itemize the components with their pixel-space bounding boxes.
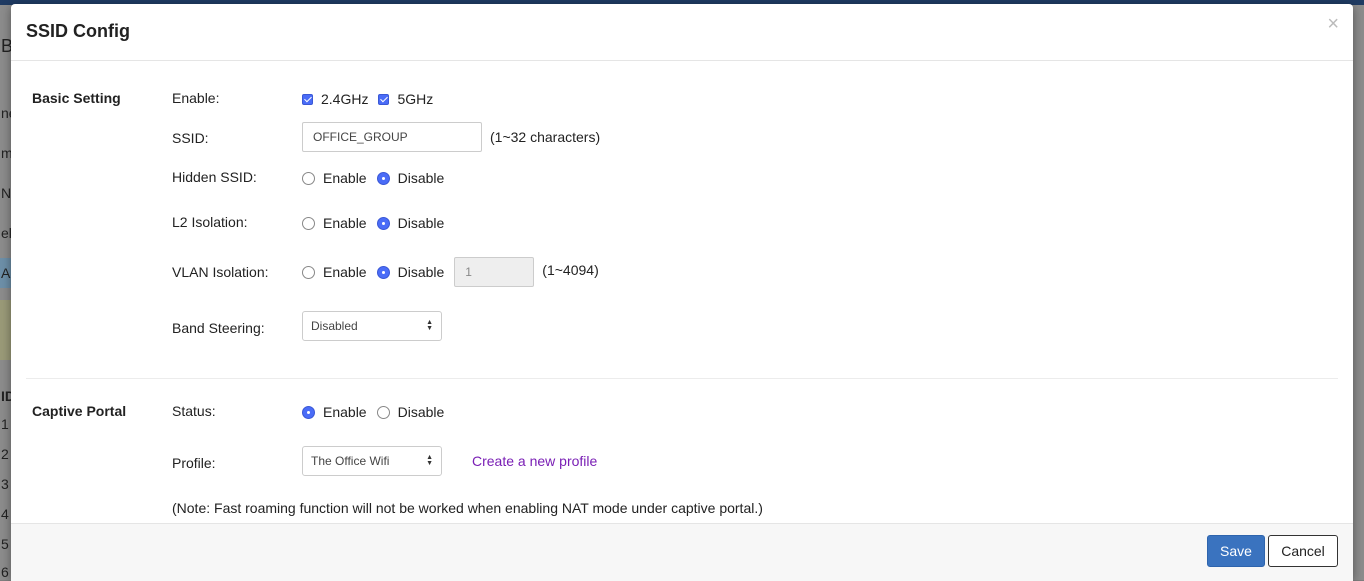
captive-status-enable-option[interactable]: Enable (302, 404, 367, 420)
l2-isolation-enable-radio[interactable] (302, 216, 315, 230)
l2-isolation-label: L2 Isolation: (172, 214, 248, 230)
background-text: 4 (1, 506, 9, 522)
l2-isolation-enable-label: Enable (323, 215, 367, 231)
vlan-hint: (1~4094) (542, 262, 599, 278)
modal-header: SSID Config × (11, 4, 1353, 61)
band-5ghz-checkbox[interactable] (378, 93, 390, 105)
band-24ghz-option[interactable]: 2.4GHz (302, 91, 368, 107)
captive-status-disable-option[interactable]: Disable (376, 404, 445, 420)
background-text: 5 (1, 536, 9, 552)
profile-row: The Office Wifi ▲ ▼ Create a new profile (302, 446, 597, 476)
vlan-isolation-disable-radio[interactable] (376, 265, 390, 279)
save-button[interactable]: Save (1207, 535, 1265, 567)
band-steering-select[interactable]: Disabled ▲ ▼ (302, 311, 442, 341)
section-label-captive-portal: Captive Portal (32, 403, 127, 419)
hidden-ssid-group: Enable Disable (302, 170, 454, 186)
vlan-isolation-enable-label: Enable (323, 264, 367, 280)
vlan-isolation-group: Enable Disable (1~4094) (302, 257, 599, 287)
create-profile-link[interactable]: Create a new profile (472, 453, 597, 469)
vlan-isolation-disable-label: Disable (397, 264, 445, 280)
l2-isolation-enable-option[interactable]: Enable (302, 215, 367, 231)
select-arrows-icon: ▲ ▼ (426, 319, 433, 332)
profile-select[interactable]: The Office Wifi ▲ ▼ (302, 446, 442, 476)
l2-isolation-disable-label: Disable (397, 215, 445, 231)
ssid-config-modal: SSID Config × Basic Setting Enable: 2.4G… (11, 4, 1353, 581)
vlan-isolation-label: VLAN Isolation: (172, 264, 269, 280)
hidden-ssid-label: Hidden SSID: (172, 169, 257, 185)
ssid-hint: (1~32 characters) (490, 129, 601, 145)
background-text: 1 (1, 416, 9, 432)
background-text: 3 (1, 476, 9, 492)
l2-isolation-disable-option[interactable]: Disable (376, 215, 445, 231)
captive-status-disable-radio[interactable] (376, 405, 390, 419)
hidden-ssid-enable-label: Enable (323, 170, 367, 186)
captive-status-label: Status: (172, 403, 216, 419)
vlan-isolation-enable-radio[interactable] (302, 265, 315, 279)
band-5ghz-label: 5GHz (397, 91, 434, 107)
band-steering-row: Disabled ▲ ▼ (302, 311, 442, 341)
section-label-basic-setting: Basic Setting (32, 90, 121, 106)
profile-label: Profile: (172, 455, 216, 471)
l2-isolation-disable-radio[interactable] (376, 216, 390, 230)
band-24ghz-checkbox[interactable] (302, 93, 313, 105)
ssid-row: (1~32 characters) (302, 122, 600, 152)
captive-status-disable-label: Disable (397, 404, 445, 420)
background-text: 6 (1, 564, 9, 580)
hidden-ssid-disable-label: Disable (397, 170, 445, 186)
captive-portal-note: (Note: Fast roaming function will not be… (172, 500, 763, 516)
band-24ghz-label: 2.4GHz (321, 91, 369, 107)
enable-label: Enable: (172, 90, 220, 106)
hidden-ssid-enable-radio[interactable] (302, 171, 315, 185)
section-divider (26, 378, 1338, 379)
band-steering-value: Disabled (311, 319, 358, 333)
modal-footer: Save Cancel (11, 523, 1353, 581)
vlan-isolation-enable-option[interactable]: Enable (302, 264, 367, 280)
band-enable-group: 2.4GHz 5GHz (302, 91, 443, 107)
close-icon[interactable]: × (1327, 14, 1339, 34)
cancel-button[interactable]: Cancel (1268, 535, 1338, 567)
captive-status-enable-label: Enable (323, 404, 367, 420)
hidden-ssid-disable-radio[interactable] (376, 171, 390, 185)
modal-title: SSID Config (26, 21, 130, 41)
hidden-ssid-enable-option[interactable]: Enable (302, 170, 367, 186)
l2-isolation-group: Enable Disable (302, 215, 454, 231)
background-text: 2 (1, 446, 9, 462)
captive-status-group: Enable Disable (302, 404, 454, 420)
ssid-label: SSID: (172, 130, 209, 146)
vlan-id-input[interactable] (454, 257, 535, 287)
band-5ghz-option[interactable]: 5GHz (378, 91, 433, 107)
select-arrows-icon: ▲ ▼ (426, 454, 433, 467)
hidden-ssid-disable-option[interactable]: Disable (376, 170, 445, 186)
ssid-input[interactable] (302, 122, 482, 152)
profile-value: The Office Wifi (311, 454, 390, 468)
captive-status-enable-radio[interactable] (302, 405, 315, 419)
band-steering-label: Band Steering: (172, 320, 265, 336)
vlan-isolation-disable-option[interactable]: Disable (376, 264, 445, 280)
background-text: N (1, 185, 12, 201)
